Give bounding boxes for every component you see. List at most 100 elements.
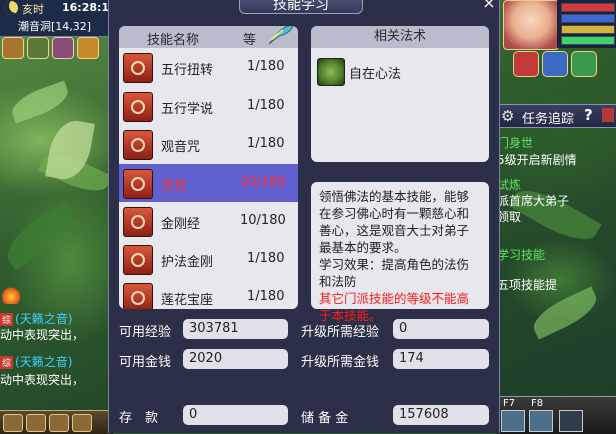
toolbar-button[interactable] bbox=[3, 413, 23, 432]
skill-row[interactable]: 护法金刚 1/180 bbox=[119, 242, 298, 276]
chat-message: 动中表现突出， bbox=[0, 373, 85, 387]
leaf-button[interactable] bbox=[571, 51, 597, 77]
quest-line[interactable]: 学习技能 bbox=[497, 246, 545, 263]
related-spells-panel: 相关法术 自在心法 bbox=[311, 26, 489, 162]
character-portrait[interactable] bbox=[503, 0, 559, 50]
skill-description-panel: 领悟佛法的基本技能，能够在参习佛心时有一颗慈心和善心，这是观音大士对弟子最基本的… bbox=[311, 182, 489, 323]
chat-line: 动中表现突出， bbox=[0, 326, 84, 343]
fire-icon[interactable] bbox=[2, 286, 20, 304]
close-button[interactable]: × bbox=[481, 0, 497, 11]
skill-level: 10/180 bbox=[240, 175, 286, 190]
skill-name: 灵性 bbox=[161, 179, 188, 194]
foliage-decoration bbox=[527, 286, 603, 340]
skill-level: 1/180 bbox=[247, 59, 285, 74]
skill-row[interactable]: 五行扭转 1/180 bbox=[119, 50, 298, 84]
hotkey-bar: F7 F8 bbox=[497, 396, 616, 434]
skill-level: 1/180 bbox=[247, 289, 285, 304]
feather-icon bbox=[268, 26, 294, 45]
skill-icon bbox=[123, 53, 153, 83]
available-money-label: 可用金钱 bbox=[119, 355, 172, 370]
chat-speaker[interactable]: (天籁之音) bbox=[15, 312, 72, 326]
quest-line: 领取 bbox=[497, 210, 522, 224]
quest-tracker-header: ⚙ 任务追踪 ? bbox=[497, 104, 616, 128]
chat-message: 动中表现突出， bbox=[0, 328, 85, 342]
attribute-button[interactable] bbox=[513, 51, 539, 77]
spell-name[interactable]: 自在心法 bbox=[349, 63, 401, 82]
reserve-fund-label: 储 备 金 bbox=[301, 411, 349, 426]
skill-list-header: 技能名称 等 bbox=[119, 26, 298, 48]
pet-button[interactable] bbox=[542, 51, 568, 77]
required-money-value: 174 bbox=[393, 349, 489, 369]
anger-bar bbox=[561, 25, 615, 34]
skill-level-column-header: 等 bbox=[243, 33, 257, 48]
quest-line[interactable]: 试炼 bbox=[497, 176, 521, 193]
skill-learning-dialog: 技能学习 × 技能名称 等 五行扭转 1/180 五行学说 1/180 观音咒 … bbox=[108, 0, 500, 433]
book-icon[interactable] bbox=[77, 37, 99, 59]
dialog-title[interactable]: 技能学习 bbox=[239, 0, 363, 14]
scene-map-icon[interactable] bbox=[27, 37, 49, 59]
quest-line: 5级开启新剧情 bbox=[497, 153, 577, 167]
deposit-label: 存 款 bbox=[119, 411, 159, 426]
time-value: 16:28:1 bbox=[62, 1, 110, 14]
reserve-fund-value: 157608 bbox=[393, 405, 489, 425]
mp-bar bbox=[561, 14, 615, 23]
skill-row[interactable]: 莲花宝座 1/180 bbox=[119, 280, 298, 309]
available-exp-value: 303781 bbox=[183, 319, 288, 339]
hotkey-slot[interactable] bbox=[529, 410, 553, 432]
skill-level: 1/180 bbox=[247, 98, 285, 113]
chat-speaker[interactable]: (天籁之音) bbox=[15, 355, 72, 369]
gear-icon[interactable]: ⚙ bbox=[501, 107, 514, 125]
required-money-label: 升级所需金钱 bbox=[301, 355, 380, 370]
skill-row[interactable]: 观音咒 1/180 bbox=[119, 127, 298, 161]
required-exp-value: 0 bbox=[393, 319, 489, 339]
collapse-button[interactable] bbox=[602, 108, 614, 122]
bottom-toolbar-left bbox=[0, 410, 113, 434]
exp-bar bbox=[561, 36, 615, 45]
chat-line: 综 (天籁之音) bbox=[0, 353, 72, 370]
skill-icon bbox=[123, 130, 153, 160]
deposit-value: 0 bbox=[183, 405, 288, 425]
available-money-value: 2020 bbox=[183, 349, 288, 369]
hp-bar bbox=[561, 3, 615, 12]
quest-line: 五项技能提 bbox=[497, 278, 558, 292]
skill-name: 五行扭转 bbox=[161, 63, 214, 78]
quest-line[interactable]: 门身世 bbox=[497, 134, 533, 151]
toolbar-button[interactable] bbox=[49, 413, 69, 432]
skill-icon bbox=[123, 92, 153, 122]
skill-name: 护法金刚 bbox=[161, 255, 214, 270]
moon-icon bbox=[4, 1, 18, 15]
location-coordinates[interactable]: 潮音洞[14,32] bbox=[18, 18, 91, 34]
hotkey-label: F8 bbox=[531, 398, 544, 409]
skill-level: 1/180 bbox=[247, 251, 285, 266]
hotkey-label: F7 bbox=[503, 398, 516, 409]
hud-shortcut-bar bbox=[0, 37, 112, 59]
toolbar-button[interactable] bbox=[72, 413, 92, 432]
skill-row[interactable]: 金刚经 10/180 bbox=[119, 204, 298, 238]
foliage-decoration bbox=[508, 179, 602, 251]
channel-tag[interactable]: 综 bbox=[0, 356, 14, 369]
help-button[interactable]: ? bbox=[584, 106, 593, 124]
spell-icon[interactable] bbox=[317, 58, 345, 86]
foliage-decoration bbox=[0, 199, 82, 271]
related-spells-header: 相关法术 bbox=[311, 26, 489, 48]
system-icon[interactable] bbox=[52, 37, 74, 59]
skill-icon bbox=[123, 283, 153, 309]
skill-icon bbox=[123, 207, 153, 237]
world-map-icon[interactable] bbox=[2, 37, 24, 59]
toolbar-button[interactable] bbox=[26, 413, 46, 432]
right-button-group bbox=[513, 51, 597, 77]
skill-row[interactable]: 五行学说 1/180 bbox=[119, 89, 298, 123]
channel-tag[interactable]: 综 bbox=[0, 313, 14, 326]
time-location-panel: 亥时 16:28:1 潮音洞[14,32] bbox=[0, 0, 110, 37]
foliage-decoration bbox=[7, 80, 73, 124]
skill-row-selected[interactable]: 灵性 10/180 bbox=[119, 164, 298, 202]
skill-effect: 学习效果：提高角色的法伤和法防 bbox=[319, 257, 470, 289]
skill-level: 10/180 bbox=[240, 213, 286, 228]
status-bars bbox=[557, 0, 616, 48]
time-label: 亥时 bbox=[22, 3, 44, 16]
required-exp-label: 升级所需经验 bbox=[301, 325, 380, 340]
hotkey-slot[interactable] bbox=[501, 410, 525, 432]
skill-name: 莲花宝座 bbox=[161, 293, 214, 308]
hotkey-slot[interactable] bbox=[559, 410, 583, 432]
skill-icon bbox=[123, 245, 153, 275]
